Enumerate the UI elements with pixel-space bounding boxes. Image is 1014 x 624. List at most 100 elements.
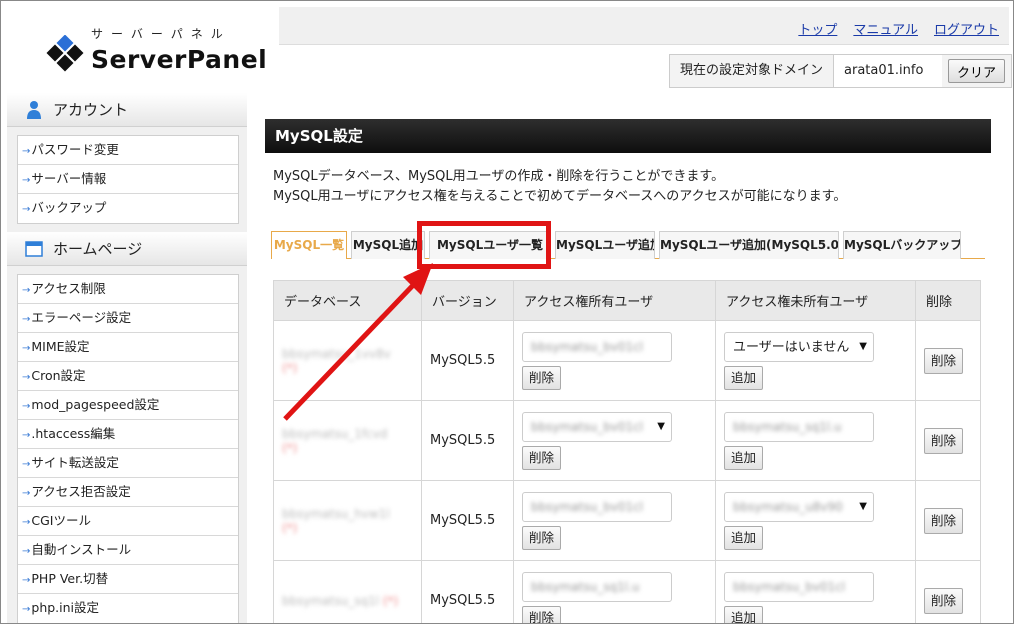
- sidebar-item-htaccess[interactable]: →.htaccess編集: [18, 420, 238, 449]
- arrow-icon: →: [22, 146, 31, 157]
- tab-mysql-user-add[interactable]: MySQLユーザ追加: [555, 231, 655, 259]
- remove-user-button[interactable]: 削除: [522, 525, 562, 550]
- column-header: データベース: [273, 280, 422, 321]
- add-user-button[interactable]: 追加: [724, 605, 764, 623]
- sidebar: アカウント →パスワード変更 →サーバー情報 →バックアップ ホームページ →ア…: [7, 93, 247, 623]
- add-user-button[interactable]: 追加: [724, 525, 764, 550]
- tab-mysql-user-add-50[interactable]: MySQLユーザ追加(MySQL5.0): [659, 231, 839, 259]
- unowned-user-cell: bbsymatsu_sq1l.u 追加: [715, 400, 916, 481]
- sidebar-item-deny[interactable]: →アクセス拒否設定: [18, 478, 238, 507]
- arrow-icon: →: [22, 459, 31, 470]
- tab-mysql-add[interactable]: MySQL追加: [351, 231, 425, 259]
- sidebar-item-auto-install[interactable]: →自動インストール: [18, 536, 238, 565]
- delete-db-button[interactable]: 削除: [924, 587, 964, 614]
- arrow-icon: →: [22, 575, 31, 586]
- domain-bar: 現在の設定対象ドメイン arata01.info クリア: [669, 54, 1013, 88]
- column-header: バージョン: [421, 280, 514, 321]
- delete-db-button[interactable]: 削除: [924, 427, 964, 454]
- description-line: MySQL用ユーザにアクセス権を与えることで初めてデータベースへのアクセスが可能…: [273, 189, 847, 204]
- delete-cell: 削除: [915, 400, 981, 481]
- sidebar-item-server-info[interactable]: →サーバー情報: [18, 165, 238, 194]
- caret-down-icon: ▼: [859, 500, 867, 512]
- remove-user-button[interactable]: 削除: [522, 605, 562, 623]
- table-row: bbsymatsu_hvw1l (*) MySQL5.5 bbsymatsu_bv…: [273, 480, 981, 561]
- arrow-icon: →: [22, 343, 31, 354]
- tab-mysql-backup[interactable]: MySQLバックアップ: [843, 231, 961, 259]
- arrow-icon: →: [22, 204, 31, 215]
- logo-kana: サーバーパネル: [91, 27, 231, 41]
- owned-user-cell: bbsymatsu_bv01cl 削除: [513, 320, 716, 401]
- sidebar-item-pagespeed[interactable]: →mod_pagespeed設定: [18, 391, 238, 420]
- owned-user-select[interactable]: bbsymatsu_bv01cl: [522, 491, 672, 522]
- sidebar-item-mime[interactable]: →MIME設定: [18, 333, 238, 362]
- sidebar-item-php-ini[interactable]: →php.ini設定: [18, 594, 238, 623]
- caret-down-icon: ▼: [657, 420, 665, 432]
- arrow-icon: →: [22, 285, 31, 296]
- manual-link[interactable]: マニュアル: [853, 19, 918, 38]
- unowned-user-select[interactable]: bbsymatsu_u8v90 ▼: [724, 491, 874, 522]
- unowned-user-select[interactable]: bbsymatsu_sq1l.u: [724, 411, 874, 442]
- arrow-icon: →: [22, 546, 31, 557]
- arrow-icon: →: [22, 401, 31, 412]
- column-header: アクセス権所有ユーザ: [513, 280, 716, 321]
- database-table: データベース バージョン アクセス権所有ユーザ アクセス権未所有ユーザ 削除 b…: [273, 280, 981, 623]
- unowned-user-cell: bbsymatsu_u8v90 ▼ 追加: [715, 480, 916, 561]
- delete-db-button[interactable]: 削除: [924, 507, 964, 534]
- logout-link[interactable]: ログアウト: [934, 19, 999, 38]
- version-cell: MySQL5.5: [421, 320, 514, 401]
- page-title: MySQL設定: [265, 119, 991, 153]
- sidebar-item-php-version[interactable]: →PHP Ver.切替: [18, 565, 238, 594]
- user-icon: [27, 100, 41, 119]
- arrow-icon: →: [22, 372, 31, 383]
- sidebar-item-error-page[interactable]: →エラーページ設定: [18, 304, 238, 333]
- arrow-icon: →: [22, 314, 31, 325]
- main-content: MySQL設定 MySQLデータベース、MySQL用ユーザの作成・削除を行うこと…: [265, 119, 991, 623]
- sidebar-item-cgi[interactable]: →CGIツール: [18, 507, 238, 536]
- delete-db-button[interactable]: 削除: [924, 347, 964, 374]
- remove-user-button[interactable]: 削除: [522, 365, 562, 390]
- db-name-cell: bbsymatsu_hvw1l (*): [273, 480, 422, 561]
- sidebar-item-access-limit[interactable]: →アクセス制限: [18, 275, 238, 304]
- clear-button[interactable]: クリア: [948, 59, 1006, 83]
- delete-cell: 削除: [915, 480, 981, 561]
- owned-user-cell: bbsymatsu_sq1l.u 削除: [513, 560, 716, 623]
- version-cell: MySQL5.5: [421, 480, 514, 561]
- sidebar-item-cron[interactable]: →Cron設定: [18, 362, 238, 391]
- description: MySQLデータベース、MySQL用ユーザの作成・削除を行うことができます。 M…: [273, 167, 991, 207]
- unowned-user-select[interactable]: ユーザーはいません ▼: [724, 331, 874, 362]
- version-cell: MySQL5.5: [421, 400, 514, 481]
- delete-cell: 削除: [915, 320, 981, 401]
- highlight-box: [417, 221, 551, 269]
- remove-user-button[interactable]: 削除: [522, 445, 562, 470]
- arrow-icon: →: [22, 488, 31, 499]
- owned-user-select[interactable]: bbsymatsu_sq1l.u: [522, 571, 672, 602]
- sidebar-item-redirect[interactable]: →サイト転送設定: [18, 449, 238, 478]
- logo-name: ServerPanel: [91, 45, 268, 74]
- column-header: アクセス権未所有ユーザ: [715, 280, 916, 321]
- owned-user-select[interactable]: bbsymatsu_bv01cl: [522, 331, 672, 362]
- add-user-button[interactable]: 追加: [724, 365, 764, 390]
- top-bar: トップ マニュアル ログアウト: [279, 7, 1009, 45]
- tab-mysql-list[interactable]: MySQL一覧: [271, 231, 347, 259]
- account-menu: →パスワード変更 →サーバー情報 →バックアップ: [17, 135, 239, 224]
- top-link[interactable]: トップ: [798, 19, 837, 38]
- table-row: bbsymatsu_1fcvd (*) MySQL5.5 bbsymatsu_bv…: [273, 400, 981, 481]
- logo-diamond-icon: [46, 35, 84, 72]
- owned-user-select[interactable]: bbsymatsu_bv01cl ▼: [522, 411, 672, 442]
- browser-frame: サーバーパネル ServerPanel トップ マニュアル ログアウト 現在の設…: [0, 0, 1014, 624]
- sidebar-item-backup[interactable]: →バックアップ: [18, 194, 238, 223]
- add-user-button[interactable]: 追加: [724, 445, 764, 470]
- sidebar-heading-homepage: ホームページ: [7, 232, 247, 266]
- sidebar-heading-label: ホームページ: [53, 240, 143, 258]
- db-name-cell: bbsymatsu_1fcvd (*): [273, 400, 422, 481]
- sidebar-item-password[interactable]: →パスワード変更: [18, 136, 238, 165]
- homepage-menu: →アクセス制限 →エラーページ設定 →MIME設定 →Cron設定 →mod_p…: [17, 274, 239, 623]
- arrow-icon: →: [22, 175, 31, 186]
- logo[interactable]: サーバーパネル ServerPanel: [7, 7, 279, 91]
- unowned-user-select[interactable]: bbsymatsu_bv01cl: [724, 571, 874, 602]
- sidebar-heading-account: アカウント: [7, 93, 247, 127]
- domain-label: 現在の設定対象ドメイン: [670, 55, 835, 87]
- arrow-icon: →: [22, 517, 31, 528]
- tab-bar: MySQL一覧 MySQL追加 MySQLユーザ一覧 MySQLユーザ追加 My…: [271, 231, 985, 259]
- sidebar-heading-label: アカウント: [53, 101, 129, 119]
